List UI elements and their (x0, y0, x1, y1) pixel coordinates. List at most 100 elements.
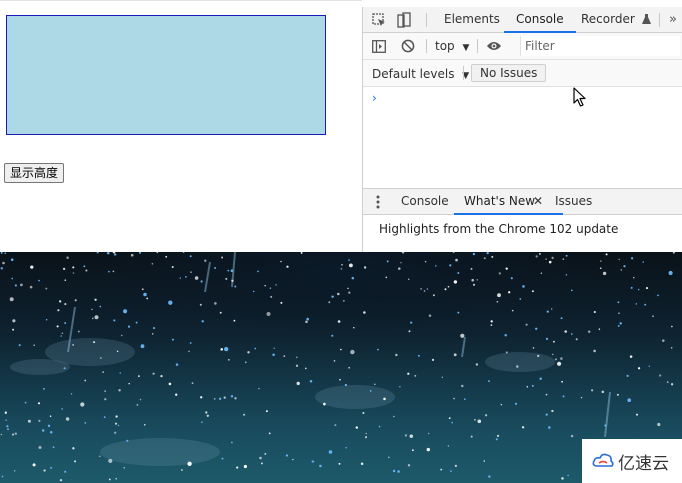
star (283, 355, 286, 357)
star (633, 276, 635, 279)
console-output-area[interactable]: › (363, 87, 682, 188)
star (62, 267, 66, 271)
tab-elements[interactable]: Elements (444, 7, 500, 32)
star (488, 475, 491, 478)
star (223, 396, 226, 399)
star (127, 325, 131, 328)
star (153, 327, 156, 330)
star (91, 308, 93, 311)
drawer-tab-console[interactable]: Console (401, 189, 449, 214)
star (410, 321, 413, 324)
show-sidebar-icon[interactable] (372, 40, 386, 53)
star (93, 341, 96, 344)
filter-input[interactable] (520, 36, 680, 56)
star (243, 464, 247, 469)
star (426, 288, 429, 290)
star (548, 426, 551, 429)
close-tab-icon[interactable]: ✕ (533, 189, 543, 214)
more-vertical-icon[interactable] (376, 195, 380, 209)
star (152, 372, 155, 375)
star (483, 257, 486, 260)
star (102, 371, 104, 373)
drawer-tab-whats-new[interactable]: What's New (454, 189, 564, 215)
star (113, 319, 116, 322)
star (61, 332, 64, 334)
star (52, 446, 55, 449)
star (45, 318, 48, 321)
show-height-button[interactable]: 显示高度 (4, 163, 65, 183)
star (5, 419, 7, 421)
star (453, 280, 458, 284)
star (348, 259, 350, 261)
star (562, 395, 565, 398)
star (112, 270, 115, 273)
star (435, 265, 437, 267)
inspect-element-icon[interactable] (372, 13, 386, 27)
star (72, 272, 75, 274)
tab-recorder-label: Recorder (581, 12, 635, 26)
star (561, 477, 564, 480)
star (399, 386, 401, 388)
star (617, 301, 620, 304)
star (60, 335, 62, 337)
star (348, 291, 351, 294)
star (64, 279, 67, 282)
star (616, 393, 619, 396)
star (70, 393, 73, 395)
star (619, 322, 622, 325)
star (188, 350, 190, 353)
star (590, 389, 594, 392)
drawer-tab-issues[interactable]: Issues (555, 189, 592, 214)
star (539, 377, 542, 380)
tab-console[interactable]: Console (504, 7, 576, 33)
star (123, 309, 128, 314)
star (432, 294, 435, 297)
star (417, 354, 420, 357)
star (199, 303, 202, 306)
star (6, 425, 9, 428)
context-select[interactable]: top ▼ (435, 39, 469, 53)
star (470, 435, 473, 438)
star (561, 380, 564, 383)
clear-console-icon[interactable] (401, 39, 415, 53)
star (4, 252, 7, 255)
star (340, 268, 343, 270)
star (450, 470, 452, 472)
star (428, 314, 432, 317)
star (545, 393, 548, 396)
toolbar-separator (659, 13, 660, 27)
more-tabs-chevron[interactable]: » (669, 7, 677, 32)
tab-recorder[interactable]: Recorder (581, 7, 651, 32)
star (151, 262, 154, 265)
star (659, 374, 662, 377)
star (369, 390, 372, 392)
star (551, 353, 554, 356)
device-toolbar-icon[interactable] (397, 12, 411, 28)
star (414, 374, 417, 377)
star (455, 258, 458, 262)
star (387, 456, 390, 459)
star (602, 271, 607, 276)
star (189, 342, 192, 344)
star (334, 424, 337, 427)
star (74, 299, 77, 302)
star (190, 271, 192, 274)
star (338, 462, 341, 465)
star (348, 263, 353, 268)
star (139, 398, 142, 401)
star (204, 259, 207, 262)
star (545, 413, 548, 416)
star (103, 416, 106, 419)
star (645, 287, 649, 290)
default-levels-select[interactable]: Default levels ▼ (372, 67, 469, 81)
star (670, 347, 673, 349)
star (205, 411, 208, 414)
star (604, 424, 607, 427)
star (463, 398, 466, 401)
eye-icon[interactable] (486, 40, 502, 52)
star (233, 319, 236, 322)
star (497, 293, 501, 298)
star (94, 298, 97, 301)
star (213, 398, 216, 400)
no-issues-button[interactable]: No Issues (471, 64, 547, 82)
